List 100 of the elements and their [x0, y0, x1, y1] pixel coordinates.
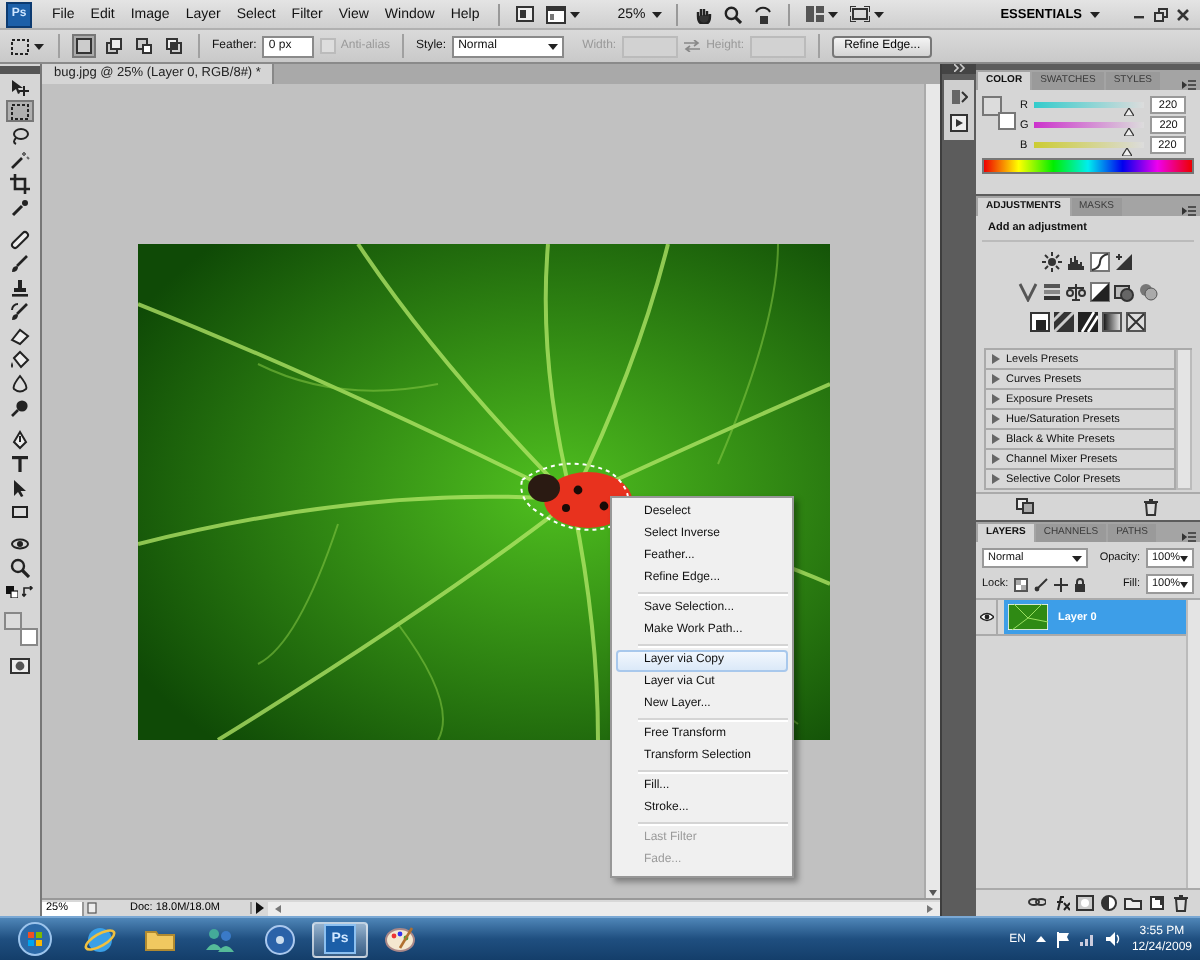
vertical-scrollbar[interactable] [924, 84, 940, 898]
scale-button[interactable] [1066, 282, 1086, 302]
new-page-button[interactable] [1148, 894, 1166, 912]
restore-icon [1154, 7, 1168, 21]
hand-icon [693, 5, 712, 23]
background-color-swatch[interactable] [20, 628, 38, 646]
circles-button[interactable] [1138, 282, 1158, 302]
exposure-icon [1114, 252, 1134, 272]
selection-mode-button[interactable] [132, 36, 156, 56]
type-tool[interactable] [6, 452, 34, 474]
delete-button[interactable] [1142, 498, 1160, 516]
actions-panel-button[interactable] [950, 114, 968, 132]
fx-button[interactable] [1052, 894, 1070, 912]
crop-tool[interactable] [6, 172, 34, 194]
panel-menu-icon[interactable] [1182, 532, 1196, 542]
selection-mode-button[interactable] [162, 36, 186, 56]
history-panel-button[interactable] [950, 88, 968, 106]
slashes-icon [1078, 312, 1098, 332]
rectangle-tool[interactable] [6, 500, 34, 522]
history-brush-tool[interactable] [6, 300, 34, 322]
brush-tool[interactable] [6, 252, 34, 274]
bars-button[interactable] [1042, 282, 1062, 302]
v-shape-button[interactable] [1018, 282, 1038, 302]
caret-icon [548, 43, 559, 49]
panel-menu-icon[interactable] [1182, 80, 1196, 90]
selection-mode-button[interactable] [72, 34, 96, 58]
zoom-tool[interactable] [6, 556, 34, 578]
clip-to-layer-button[interactable] [1016, 498, 1034, 516]
pointer-icon [10, 477, 30, 497]
default-colors-icon[interactable] [6, 586, 18, 598]
folder-button[interactable] [1124, 894, 1142, 912]
move-arrow-tool[interactable] [6, 76, 34, 98]
mask-button[interactable] [1076, 894, 1094, 912]
layer-thumbnail [1008, 604, 1048, 630]
camera-lens-button[interactable] [1114, 282, 1134, 302]
add-selection-icon [104, 36, 124, 56]
stripes-icon [1054, 312, 1074, 332]
eyedropper-tool[interactable] [6, 196, 34, 218]
cross-square-button[interactable] [1126, 312, 1146, 332]
history-icon [950, 88, 968, 106]
background-color-swatch[interactable] [998, 112, 1016, 130]
diagonal-split-button[interactable] [1090, 282, 1110, 302]
horizontal-scrollbar[interactable] [268, 901, 940, 915]
caret-icon [873, 11, 884, 17]
selection-mode-button[interactable] [102, 36, 126, 56]
vertical-scrollbar[interactable] [1176, 350, 1192, 490]
move-arrow-icon [10, 77, 30, 97]
tool-preset-picker[interactable] [8, 37, 46, 55]
status-menu-button[interactable] [252, 902, 268, 914]
eyedropper-icon [10, 197, 30, 217]
page-icon [84, 902, 100, 914]
slashes-button[interactable] [1078, 312, 1098, 332]
brush-icon[interactable] [1034, 577, 1049, 591]
windows-orb-icon [17, 922, 51, 956]
up-caret-icon[interactable] [1035, 936, 1046, 942]
gradient-square-icon [1102, 312, 1122, 332]
flag-icon[interactable] [1055, 931, 1070, 947]
link-button[interactable] [1028, 894, 1046, 912]
quick-mask-button[interactable] [6, 654, 34, 676]
lollipop-icon [10, 397, 30, 417]
collapse-arrows-icon[interactable] [953, 64, 965, 72]
histogram-button[interactable] [1066, 252, 1086, 272]
color-spectrum[interactable] [982, 158, 1194, 174]
restore-button[interactable] [1150, 7, 1172, 21]
vertical-scrollbar[interactable] [1186, 600, 1200, 888]
trash-button[interactable] [1172, 894, 1190, 912]
panel-menu-icon[interactable] [1182, 206, 1196, 216]
folder-icon [1124, 894, 1142, 912]
sun-button[interactable] [1042, 252, 1062, 272]
new-page-icon [1148, 894, 1166, 912]
bucket-tool[interactable] [6, 348, 34, 370]
speaker-icon[interactable] [1105, 932, 1122, 946]
tiles-icon [805, 6, 824, 22]
gradient-square-button[interactable] [1102, 312, 1122, 332]
swap-colors-icon[interactable] [22, 586, 34, 598]
rectangle-icon [10, 501, 30, 521]
half-circle-button[interactable] [1100, 894, 1118, 912]
history-brush-icon [10, 301, 30, 321]
close-button[interactable] [1172, 7, 1194, 21]
caret-icon [1180, 555, 1189, 561]
lock-icon[interactable] [1074, 577, 1087, 591]
move-cross-icon[interactable] [1054, 577, 1069, 591]
wand-tool[interactable] [6, 148, 34, 170]
histogram-icon [1066, 252, 1086, 272]
disc-icon [264, 923, 296, 955]
visibility-toggle[interactable] [976, 600, 998, 634]
stamp-tool[interactable] [6, 276, 34, 298]
foreground-color-swatch[interactable] [982, 96, 1002, 116]
curve-button[interactable] [1090, 252, 1110, 272]
signal-bars-icon[interactable] [1079, 932, 1096, 946]
lasso-icon [10, 125, 30, 145]
exposure-button[interactable] [1114, 252, 1134, 272]
dashed-rectangle-tool[interactable] [6, 100, 34, 122]
lock-transparency-icon[interactable] [1014, 577, 1029, 591]
right-arrow-icon [926, 903, 934, 913]
stripes-button[interactable] [1054, 312, 1074, 332]
eraser-tool[interactable] [6, 324, 34, 346]
foreground-color-swatch[interactable] [4, 612, 22, 630]
sun-icon [1042, 252, 1062, 272]
image-frame-icon [515, 6, 534, 22]
